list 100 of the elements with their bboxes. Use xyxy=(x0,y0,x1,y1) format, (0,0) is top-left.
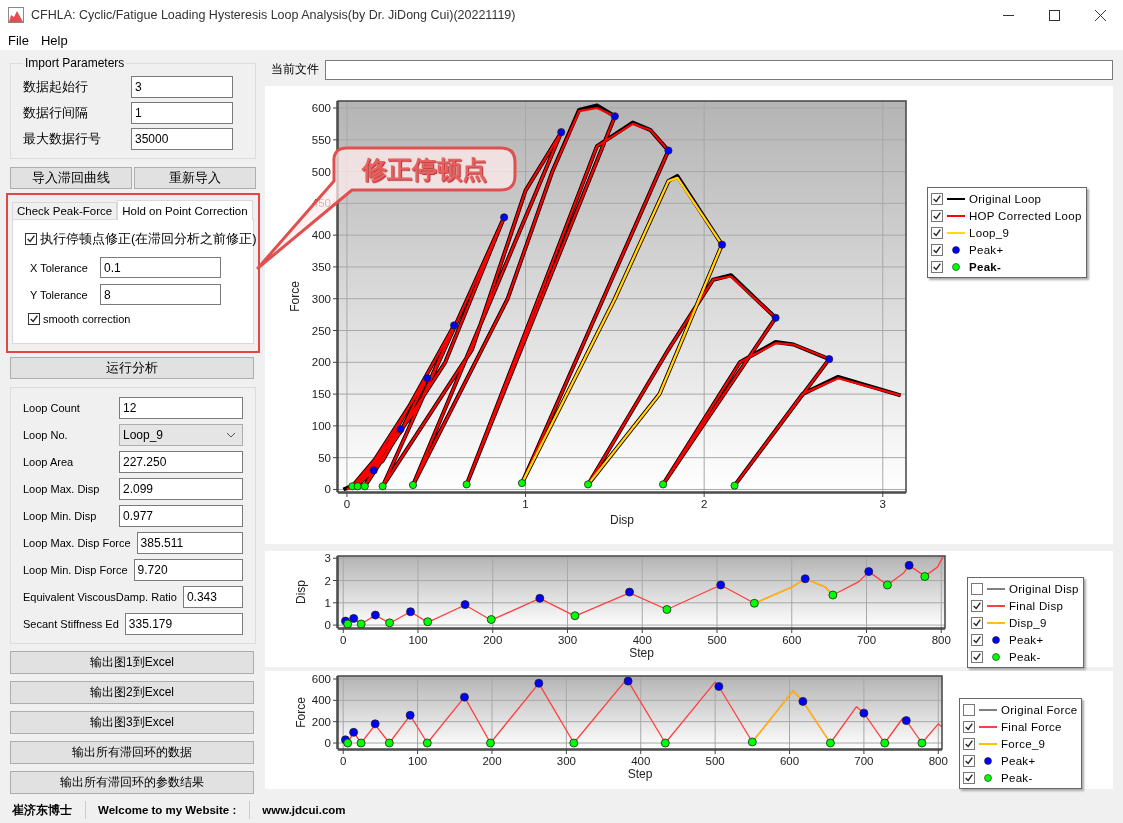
status-text: Welcome to my Website : xyxy=(86,801,251,819)
legend-checkbox[interactable] xyxy=(963,754,975,767)
field-label: Secant Stiffness Ed xyxy=(23,617,119,630)
tick-label: 50 xyxy=(318,451,331,464)
legend-label[interactable]: Force_9 xyxy=(1001,737,1046,750)
legend-label[interactable]: Final Force xyxy=(1001,720,1062,733)
text-field[interactable]: 12 xyxy=(119,396,243,419)
legend-label[interactable]: Final Disp xyxy=(1009,599,1064,612)
tick-label: 300 xyxy=(557,634,578,646)
import-button[interactable]: 重新导入 xyxy=(134,167,256,189)
text-field[interactable]: 8 xyxy=(100,284,221,305)
menu-item[interactable]: Help xyxy=(34,32,74,48)
export-button[interactable]: 输出图3到Excel xyxy=(10,711,254,734)
legend-label[interactable]: Peak- xyxy=(969,260,1002,273)
text-field[interactable]: 2.099 xyxy=(119,477,243,500)
legend-checkbox[interactable] xyxy=(931,260,943,273)
tick-label: 400 xyxy=(311,229,331,242)
legend-label[interactable]: Disp_9 xyxy=(1009,616,1047,629)
data-point xyxy=(450,321,459,330)
tick-label: 500 xyxy=(707,634,727,646)
checkbox[interactable] xyxy=(25,233,37,245)
dropdown[interactable]: Loop_9 xyxy=(119,423,243,446)
legend-checkbox[interactable] xyxy=(931,209,943,222)
legend-checkbox[interactable] xyxy=(963,771,975,784)
tab[interactable]: Check Peak-Force xyxy=(12,202,118,219)
data-point xyxy=(384,738,394,748)
text-field[interactable]: 1 xyxy=(131,102,233,124)
check-icon xyxy=(29,314,39,324)
data-point xyxy=(423,374,432,383)
data-point xyxy=(901,716,911,725)
export-button[interactable]: 输出所有滞回环的数据 xyxy=(10,741,254,764)
data-point xyxy=(826,738,835,748)
legend-label[interactable]: HOP Corrected Loop xyxy=(969,209,1082,222)
tick-label: 0 xyxy=(343,498,351,510)
legend-checkbox[interactable] xyxy=(931,192,943,205)
field-label: Loop Max. Disp xyxy=(23,482,101,495)
data-point xyxy=(486,615,496,624)
data-point xyxy=(880,738,890,748)
tick-label: 600 xyxy=(782,634,802,646)
legend-label[interactable]: Peak- xyxy=(1001,771,1033,784)
axis-title: Step xyxy=(629,646,654,660)
data-point xyxy=(462,480,471,489)
legend-label[interactable]: Original Disp xyxy=(1009,582,1079,595)
legend-label[interactable]: Peak+ xyxy=(1001,754,1036,767)
data-point xyxy=(356,619,366,629)
import-button[interactable]: 导入滞回曲线 xyxy=(10,167,132,189)
field-label: Loop No. xyxy=(23,428,69,441)
axis-title: Step xyxy=(627,767,653,781)
legend-label[interactable]: Peak+ xyxy=(1009,633,1044,646)
legend-checkbox[interactable] xyxy=(971,582,983,595)
legend-checkbox[interactable] xyxy=(963,720,975,733)
axis-title: Force xyxy=(288,281,302,312)
tick-label: 700 xyxy=(854,755,874,767)
file-path-field[interactable] xyxy=(325,59,1113,80)
data-point xyxy=(405,710,415,720)
legend-checkbox[interactable] xyxy=(971,599,983,612)
tab[interactable]: Hold on Point Correction xyxy=(117,200,253,220)
tick-label: 200 xyxy=(311,715,331,728)
tick-label: 1 xyxy=(324,596,331,609)
text-field[interactable]: 227.250 xyxy=(119,450,243,473)
text-field[interactable]: 335.179 xyxy=(124,612,243,635)
tick-label: 600 xyxy=(311,673,331,685)
export-button[interactable]: 输出所有滞回环的参数结果 xyxy=(10,771,254,794)
tick-label: 600 xyxy=(779,755,800,767)
legend-label[interactable]: Loop_9 xyxy=(969,226,1010,239)
menu-item[interactable]: File xyxy=(2,32,35,48)
tick-label: 700 xyxy=(856,634,877,646)
text-field[interactable]: 0.1 xyxy=(100,257,221,278)
legend-label[interactable]: Peak- xyxy=(1009,650,1041,663)
text-field[interactable]: 35000 xyxy=(131,128,233,150)
export-button[interactable]: 输出图2到Excel xyxy=(10,681,254,704)
export-button[interactable]: 输出图1到Excel xyxy=(10,651,254,674)
text-field[interactable]: 3 xyxy=(131,76,233,98)
data-point xyxy=(356,738,366,748)
data-point xyxy=(730,481,739,490)
legend-checkbox[interactable] xyxy=(963,737,975,750)
legend-checkbox[interactable] xyxy=(963,703,975,716)
data-point xyxy=(798,697,808,706)
text-field[interactable]: 0.977 xyxy=(119,504,243,527)
legend-label[interactable]: Peak+ xyxy=(969,243,1004,256)
run-button[interactable]: 运行分析 xyxy=(10,357,254,379)
checkbox[interactable] xyxy=(28,313,40,325)
data-point xyxy=(771,313,780,322)
legend-checkbox[interactable] xyxy=(931,226,943,239)
data-point xyxy=(662,605,672,614)
data-point xyxy=(385,618,394,628)
tick-label: 400 xyxy=(632,634,652,646)
legend-label[interactable]: Original Loop xyxy=(969,192,1042,205)
tick-label: 600 xyxy=(311,102,331,114)
data-point xyxy=(859,708,869,718)
text-field[interactable]: 0.343 xyxy=(182,585,243,608)
legend-checkbox[interactable] xyxy=(971,633,983,646)
legend-label[interactable]: Original Force xyxy=(1001,703,1078,716)
legend-checkbox[interactable] xyxy=(971,616,983,629)
legend-checkbox[interactable] xyxy=(931,243,943,256)
text-field[interactable]: 9.720 xyxy=(133,558,243,581)
axis-title: Disp xyxy=(610,513,634,527)
tick-label: 500 xyxy=(311,165,331,178)
text-field[interactable]: 385.511 xyxy=(136,531,243,554)
legend-checkbox[interactable] xyxy=(971,650,983,663)
